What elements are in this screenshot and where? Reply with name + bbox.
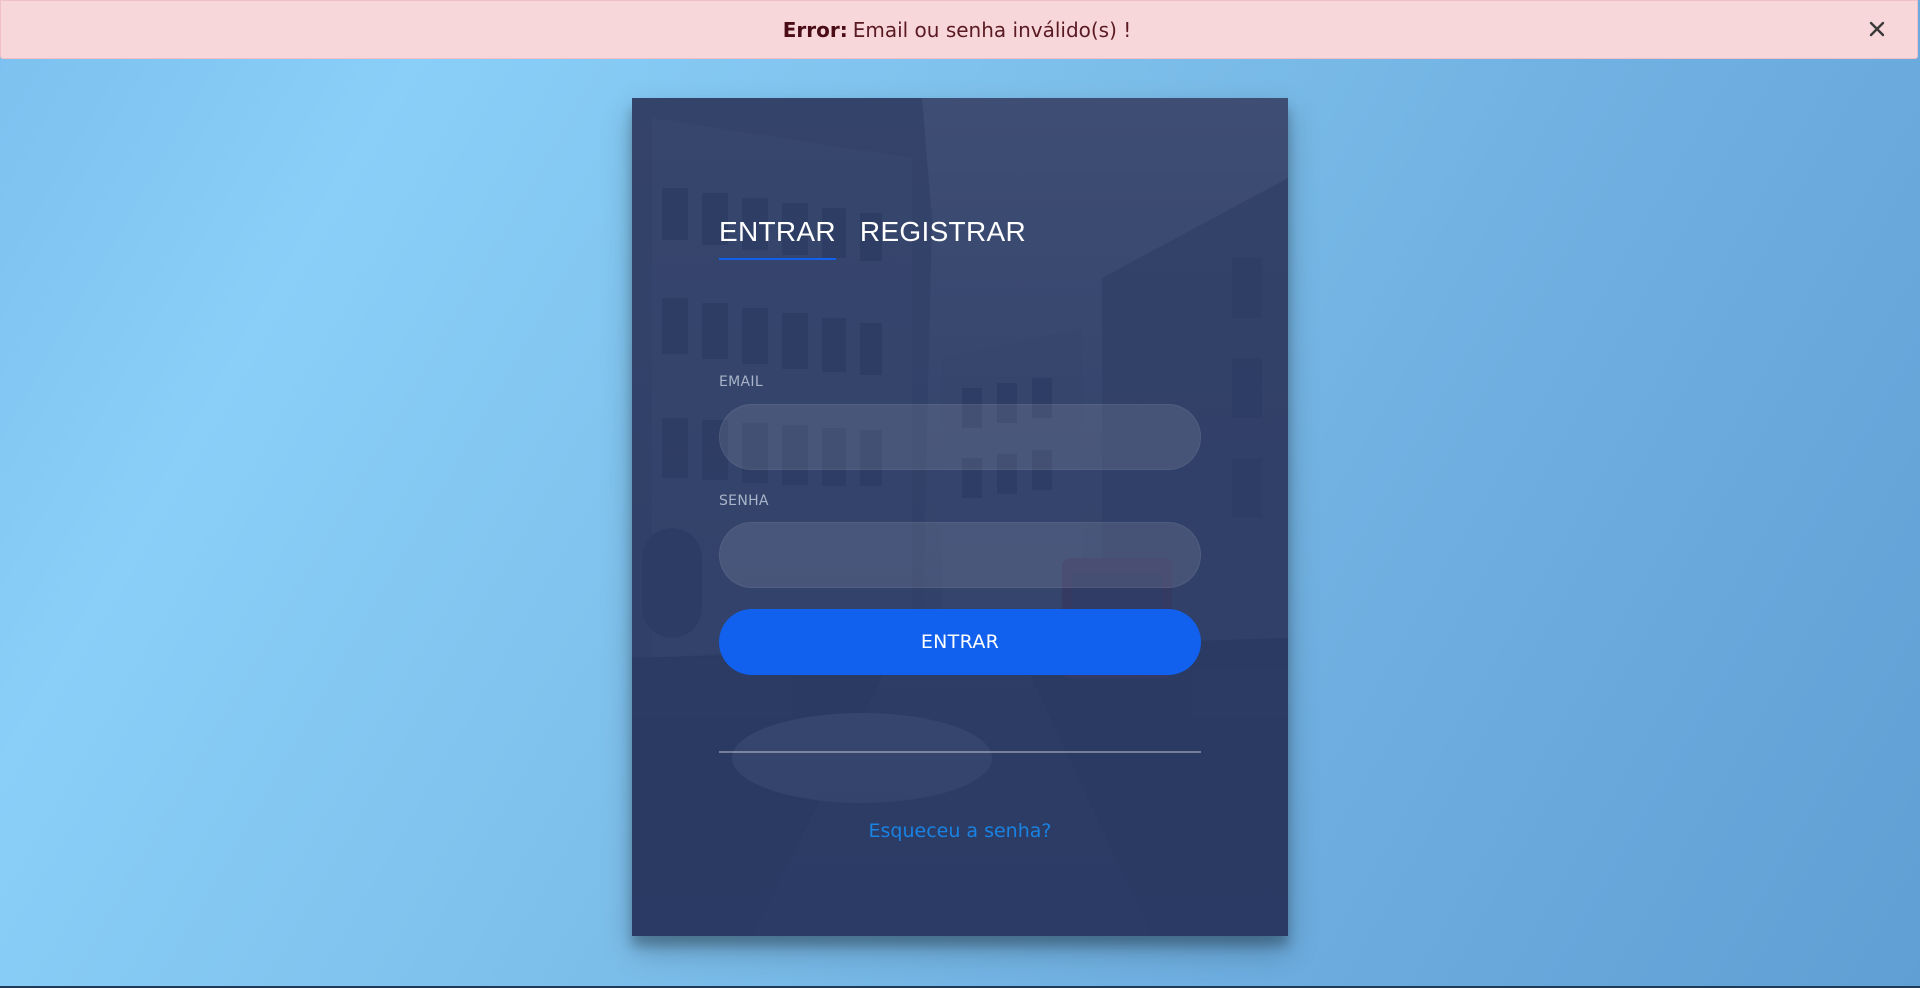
alert-message: Email ou senha inválido(s) ! <box>852 17 1132 42</box>
password-label: SENHA <box>719 493 769 509</box>
tab-entrar[interactable]: ENTRAR <box>719 216 836 260</box>
login-form: ENTRAR REGISTRAR EMAIL SENHA ENTRAR Esqu… <box>719 98 1201 936</box>
password-field[interactable] <box>719 522 1201 588</box>
close-icon[interactable] <box>1865 17 1889 41</box>
tab-registrar[interactable]: REGISTRAR <box>860 216 1026 260</box>
divider <box>719 751 1201 753</box>
submit-button[interactable]: ENTRAR <box>719 609 1201 675</box>
alert-prefix: Error: <box>782 17 848 42</box>
login-card: ENTRAR REGISTRAR EMAIL SENHA ENTRAR Esqu… <box>632 98 1288 936</box>
forgot-password-link[interactable]: Esqueceu a senha? <box>719 820 1201 842</box>
email-field[interactable] <box>719 404 1201 470</box>
auth-tabs: ENTRAR REGISTRAR <box>719 216 1026 260</box>
alert-message-wrapper: Error: Email ou senha inválido(s) ! <box>783 18 1132 42</box>
error-alert: Error: Email ou senha inválido(s) ! <box>0 0 1918 59</box>
email-label: EMAIL <box>719 374 763 390</box>
